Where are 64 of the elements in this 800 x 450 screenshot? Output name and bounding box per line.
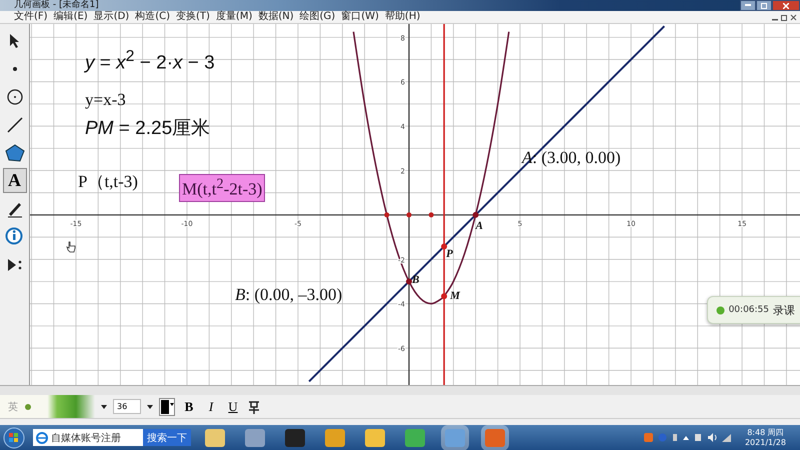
- coordinate-label: B: (0.00, –3.00): [235, 285, 342, 305]
- function-equation: y = x$^{2}$ − 2·x − 3: [85, 48, 215, 74]
- recorder-widget[interactable]: 00:06:55 录课: [706, 296, 800, 324]
- point-label: P: [446, 248, 453, 260]
- play-icon: [6, 256, 24, 272]
- symbol-icon[interactable]: [247, 398, 261, 414]
- point-label: B: [412, 274, 420, 286]
- coordinate-label: A: (3.00, 0.00): [522, 148, 621, 168]
- font-size-field[interactable]: 36: [113, 399, 141, 414]
- restore-icon[interactable]: [781, 14, 788, 20]
- line-icon: [6, 116, 24, 134]
- close-icon: [783, 2, 789, 8]
- hand-cursor-icon: [66, 241, 76, 253]
- recorder-label: 录课: [773, 302, 795, 318]
- search-button[interactable]: 搜索一下: [143, 429, 191, 446]
- point-label: M: [450, 290, 460, 302]
- color-picker-icon[interactable]: [159, 398, 175, 416]
- info-icon: [4, 227, 24, 246]
- ime-mode-label: 英: [8, 400, 18, 414]
- menu-item[interactable]: 绘图(G): [300, 11, 336, 23]
- menu-item[interactable]: 显示(D): [94, 11, 130, 23]
- point-label: A: [476, 220, 483, 232]
- signal-icon[interactable]: [722, 434, 731, 442]
- browser-icon: [36, 432, 48, 444]
- menu-item[interactable]: 数据(N): [258, 11, 294, 23]
- recording-time: 00:06:55: [728, 305, 769, 315]
- clock-time: 8:48 周四: [747, 428, 784, 438]
- menu-item[interactable]: 编辑(E): [54, 11, 88, 23]
- start-orb-icon[interactable]: [3, 426, 25, 448]
- status-dot-icon: [716, 306, 725, 314]
- line-equation: y=x-3: [85, 90, 126, 110]
- menu-item[interactable]: 构造(C): [135, 11, 170, 23]
- tool-button[interactable]: A: [2, 168, 26, 193]
- menu-item[interactable]: 变换(T): [176, 11, 210, 23]
- point-text: M(t,t$^{2}$-2t-3): [179, 174, 266, 202]
- bold-button[interactable]: B: [181, 398, 197, 416]
- close-icon[interactable]: [790, 14, 797, 20]
- underline-button[interactable]: U: [225, 398, 241, 416]
- minimize-icon: [745, 4, 751, 7]
- menu-item[interactable]: 帮助(H): [384, 11, 420, 23]
- search-field[interactable]: 自媒体账号注册: [33, 429, 143, 446]
- menu-item[interactable]: 文件(F): [14, 11, 48, 23]
- italic-button[interactable]: I: [203, 398, 219, 416]
- folder-icon[interactable]: [205, 428, 225, 446]
- close-button[interactable]: [772, 0, 800, 11]
- maximize-button[interactable]: [756, 0, 772, 11]
- point-icon: [12, 66, 18, 72]
- app-icon[interactable]: [285, 428, 305, 446]
- caret-icon[interactable]: [101, 404, 107, 408]
- measurement-text: PM = 2.25厘米: [85, 117, 210, 141]
- point-text: P（t,t-3): [78, 171, 138, 193]
- maximize-icon: [761, 2, 767, 8]
- polygon-icon: [4, 144, 24, 162]
- clock-date: 2021/1/28: [744, 438, 786, 448]
- tray-icon[interactable]: [672, 433, 678, 442]
- app-icon[interactable]: [365, 428, 385, 446]
- speaker-icon[interactable]: [706, 433, 717, 442]
- menu-item[interactable]: 窗口(W): [341, 11, 379, 23]
- caret-icon[interactable]: [682, 436, 689, 440]
- caret-icon[interactable]: [147, 404, 153, 408]
- menu-item[interactable]: 度量(M): [216, 11, 252, 23]
- search-text: 自媒体账号注册: [51, 432, 121, 444]
- circle-icon: [6, 88, 24, 106]
- minimize-button[interactable]: [740, 0, 756, 11]
